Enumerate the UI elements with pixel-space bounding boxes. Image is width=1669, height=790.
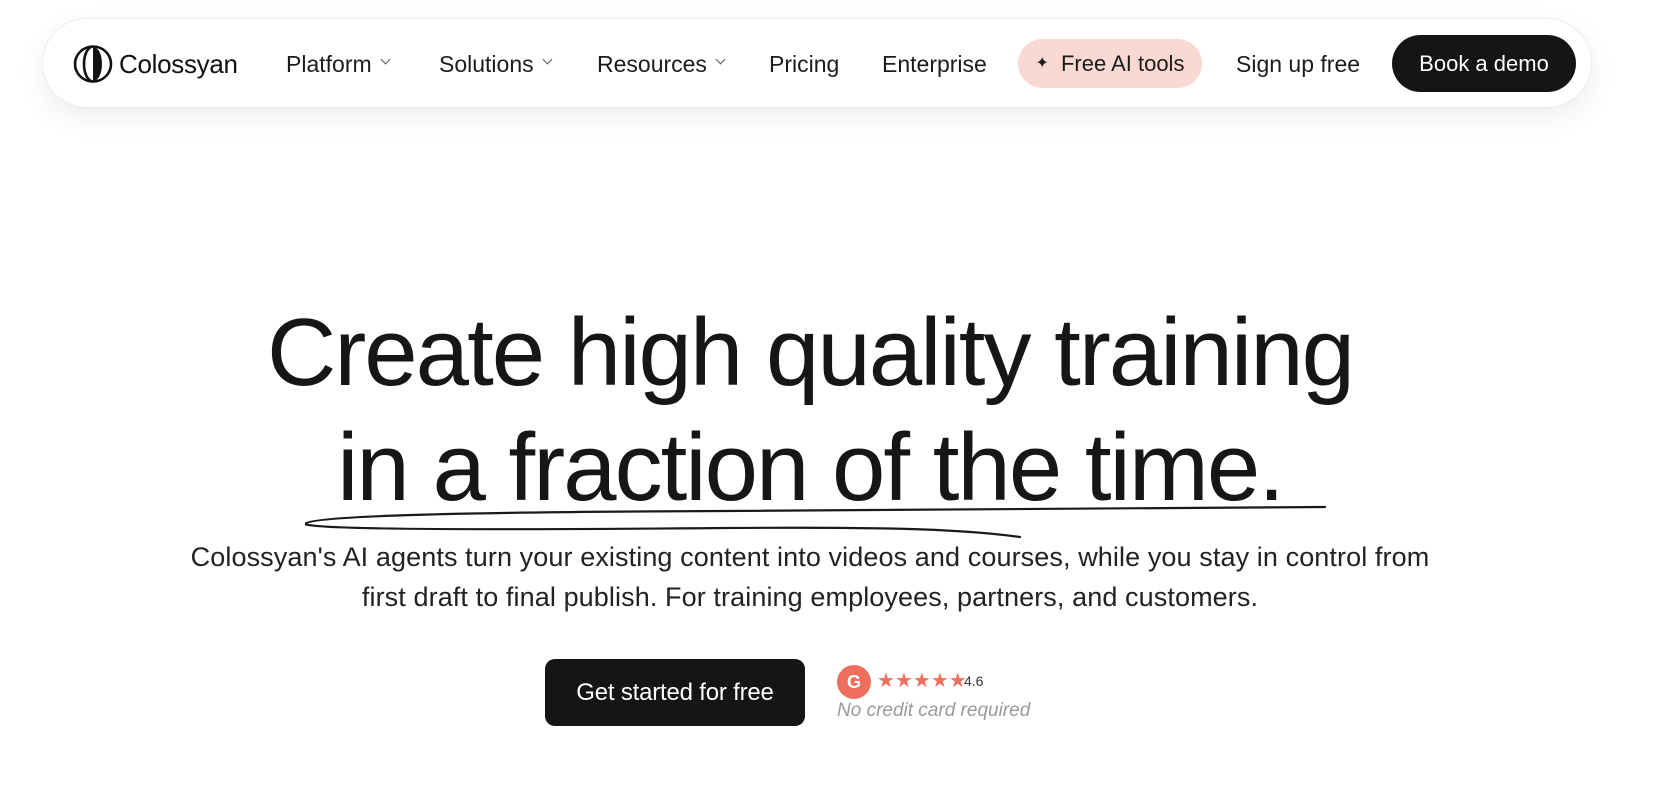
nav-item-platform[interactable]: Platform [286,19,391,109]
get-started-label: Get started for free [576,678,774,706]
g2-badge-letter: G [846,671,861,692]
rating-value: 4.6 [964,673,984,689]
get-started-button[interactable]: Get started for free [545,659,805,726]
star-icon: ★ [930,670,949,692]
nav-item-label: Solutions [439,50,534,77]
hero-subtitle-line-1: Colossyan's AI agents turn your existing… [190,542,1430,572]
sign-up-label: Sign up free [1236,50,1361,77]
nav-item-label: Platform [286,50,372,77]
chevron-down-icon [543,56,553,66]
chevron-down-icon [381,56,391,66]
nav-item-enterprise[interactable]: Enterprise [882,19,987,109]
brand-logo[interactable]: Colossyan [73,45,238,83]
free-ai-tools-label: Free AI tools [1060,50,1185,76]
nav-item-label: Enterprise [882,50,987,77]
nav-item-solutions[interactable]: Solutions [439,19,553,109]
star-icon: ★ [894,670,913,692]
g2-logo-icon: G [837,665,871,699]
book-demo-label: Book a demo [1419,50,1549,76]
top-navigation-bar: Colossyan Platform Solutions Resources P… [42,18,1592,108]
star-icon: ★ [912,670,931,692]
book-demo-button[interactable]: Book a demo [1392,35,1576,92]
nav-item-label: Resources [597,50,707,77]
colossyan-logo-icon [73,45,113,83]
chevron-down-icon [716,56,726,66]
hero-subtitle-line-2: first draft to final publish. For traini… [361,582,1259,612]
nav-item-resources[interactable]: Resources [597,19,726,109]
star-icon: ★ [877,670,895,692]
no-credit-card-note: No credit card required [837,700,1031,721]
sign-up-free-link[interactable]: Sign up free [1236,19,1360,109]
nav-item-pricing[interactable]: Pricing [769,19,839,109]
brand-name: Colossyan [119,48,238,79]
rating-stars: ★★★★★ [877,668,967,694]
sparkle-icon: ✦ [1035,54,1049,72]
hero-title-line-1: Create high quality training [266,299,1355,406]
free-ai-tools-button[interactable]: ✦ Free AI tools [1018,39,1202,88]
hero-subtitle: Colossyan's AI agents turn your existing… [120,537,1500,617]
nav-item-label: Pricing [769,50,840,77]
